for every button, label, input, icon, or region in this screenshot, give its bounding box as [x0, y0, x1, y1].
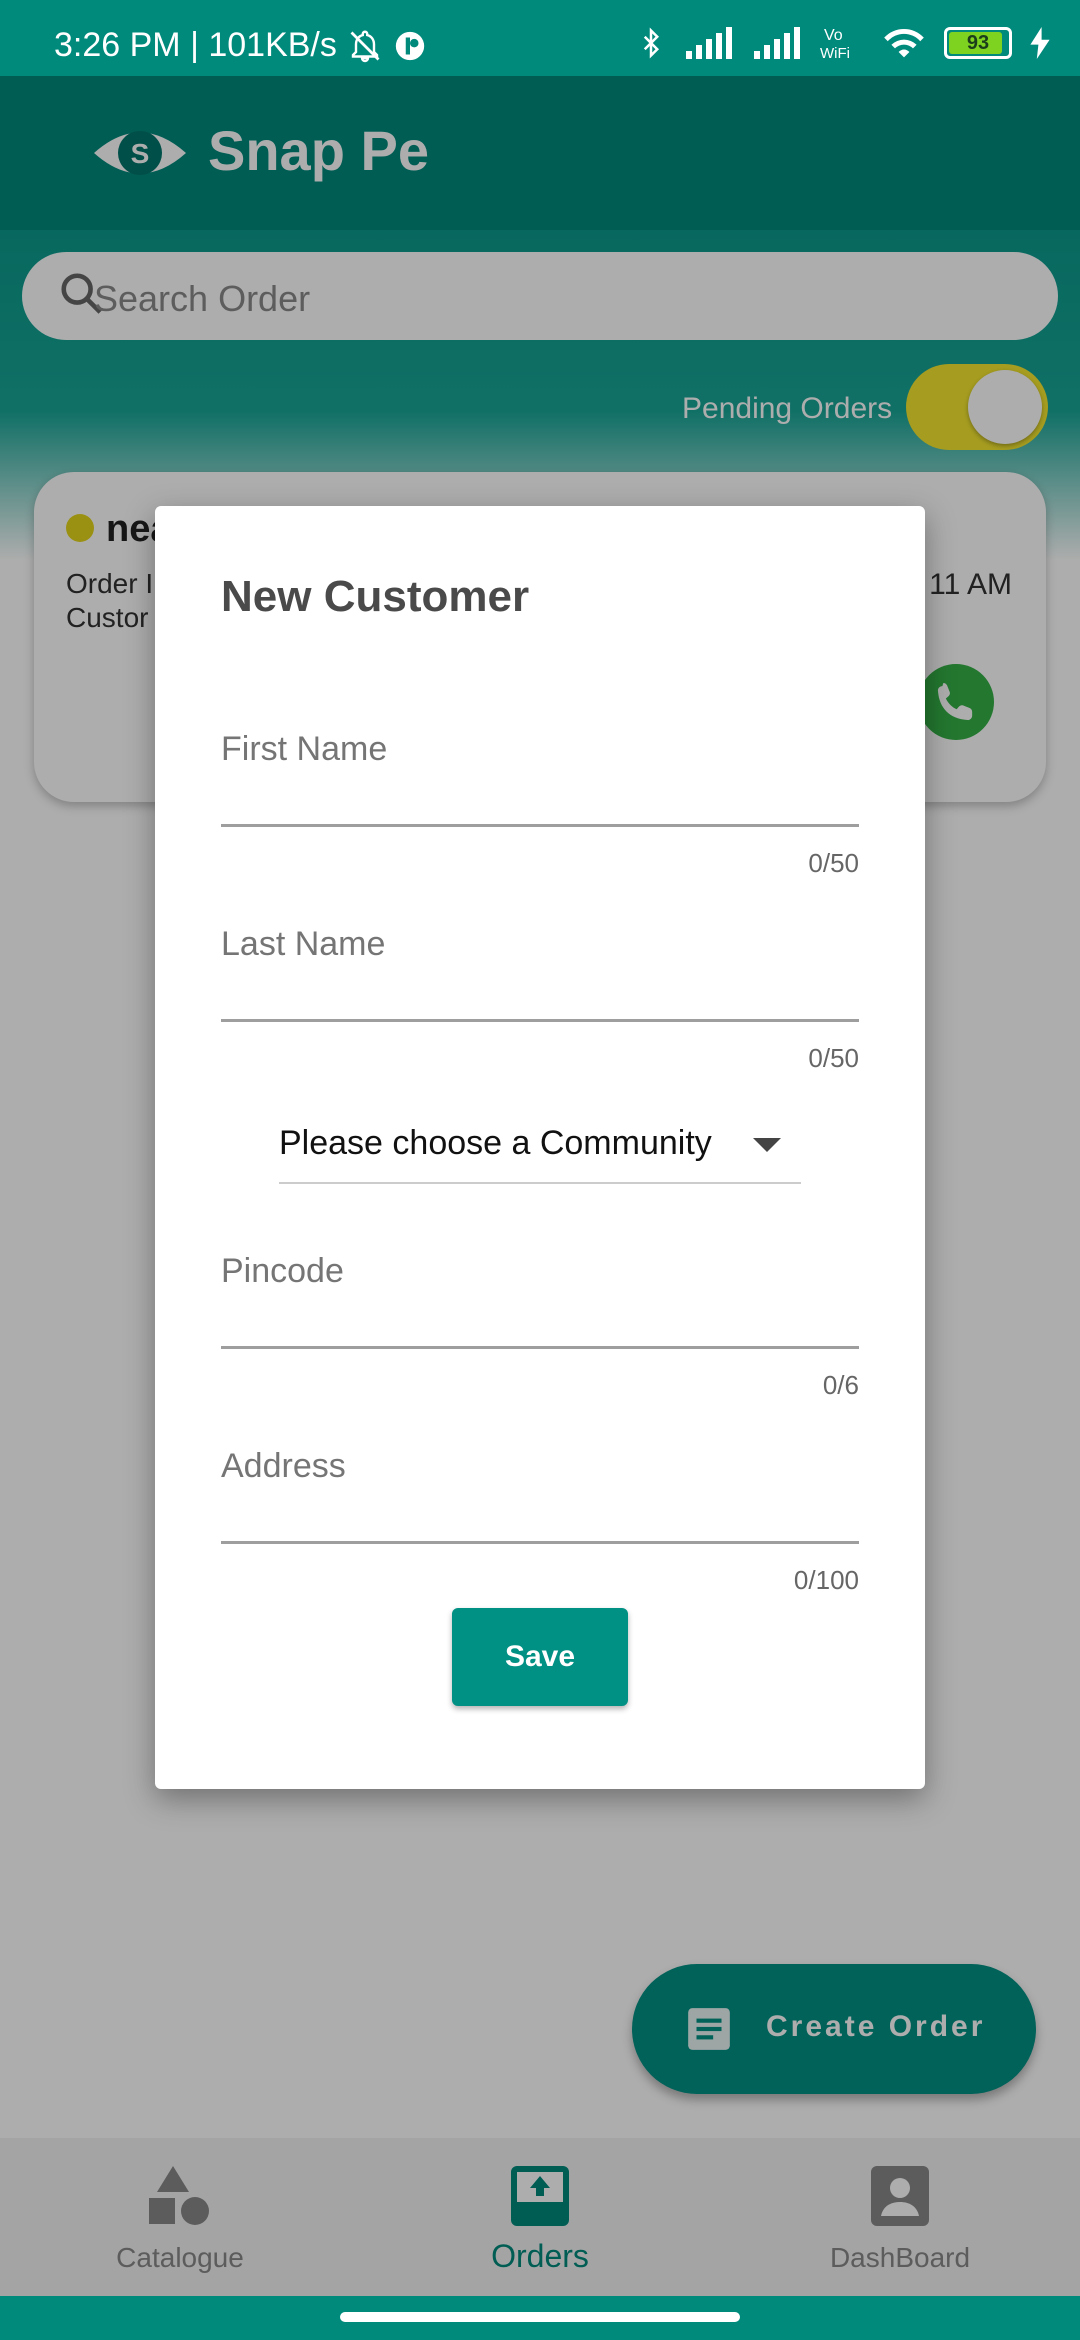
- battery-level: 93: [966, 31, 990, 54]
- pincode-field[interactable]: Pincode 0/6: [221, 1252, 859, 1400]
- new-customer-dialog: New Customer First Name 0/50 Last Name 0…: [155, 506, 925, 1789]
- pincode-label: Pincode: [221, 1252, 344, 1290]
- home-gesture-bar[interactable]: [340, 2312, 740, 2322]
- bluetooth-icon: [643, 27, 660, 59]
- status-right: Vo WiFi 93: [636, 24, 1050, 62]
- save-button[interactable]: Save: [452, 1608, 628, 1706]
- gesture-area: [0, 2296, 1080, 2340]
- charging-icon: [1030, 27, 1050, 59]
- first-name-counter: 0/50: [808, 848, 859, 878]
- status-bar: 3:26 PM | 101KB/s Vo WiFi 93: [0, 0, 1080, 76]
- dropdown-underline: [279, 1182, 801, 1184]
- last-name-field[interactable]: Last Name 0/50: [221, 925, 859, 1073]
- address-underline: [221, 1541, 859, 1544]
- first-name-underline: [221, 824, 859, 827]
- status-left: 3:26 PM | 101KB/s: [54, 26, 427, 65]
- community-dropdown-value: Please choose a Community: [279, 1124, 712, 1162]
- vowifi-icon: VoWiFi: [820, 27, 850, 62]
- bell-off-icon: [350, 30, 380, 62]
- status-time-speed: 3:26 PM | 101KB/s: [54, 26, 337, 64]
- address-counter: 0/100: [793, 1565, 859, 1595]
- pincode-counter: 0/6: [822, 1370, 859, 1400]
- wifi-icon: [884, 28, 924, 58]
- last-name-underline: [221, 1019, 859, 1022]
- first-name-label: First Name: [221, 730, 388, 768]
- svg-text:Vo: Vo: [824, 27, 843, 44]
- last-name-counter: 0/50: [808, 1043, 859, 1073]
- pincode-underline: [221, 1346, 859, 1349]
- signal-icon-2: [754, 27, 800, 59]
- first-name-field[interactable]: First Name 0/50: [221, 730, 859, 878]
- battery-indicator: 93: [944, 27, 1012, 59]
- community-dropdown[interactable]: Please choose a Community: [279, 1114, 801, 1184]
- address-label: Address: [221, 1447, 346, 1485]
- chevron-down-icon: [753, 1138, 781, 1152]
- svg-text:WiFi: WiFi: [820, 45, 850, 62]
- address-field[interactable]: Address 0/100: [221, 1447, 859, 1595]
- dialog-title: New Customer: [221, 572, 530, 621]
- last-name-label: Last Name: [221, 925, 386, 963]
- app-notification-icon: [395, 31, 425, 60]
- signal-icon: [686, 27, 732, 59]
